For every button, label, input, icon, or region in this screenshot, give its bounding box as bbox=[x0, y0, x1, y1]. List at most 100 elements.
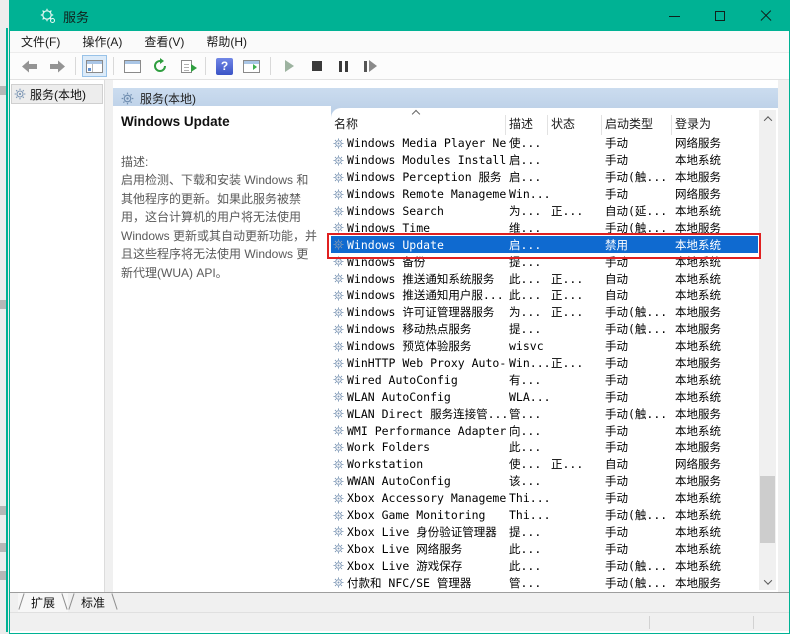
menu-view[interactable]: 查看(V) bbox=[133, 33, 195, 50]
table-row[interactable]: Xbox Live 游戏保存 此... 手动(触... 本地系统 bbox=[331, 557, 758, 574]
table-row[interactable]: Windows Search 为... 正... 自动(延... 本地系统 bbox=[331, 203, 758, 220]
pause-service-icon bbox=[339, 60, 348, 72]
restart-service-button[interactable] bbox=[358, 55, 383, 77]
tab-standard[interactable]: 标准 bbox=[68, 593, 118, 612]
help-button[interactable]: ? bbox=[212, 55, 237, 77]
service-gear-icon bbox=[333, 341, 344, 352]
service-name-cell: Work Folders bbox=[331, 440, 506, 454]
column-header-startup[interactable]: 启动类型 bbox=[602, 115, 672, 135]
tree-item-label: 服务(本地) bbox=[30, 87, 86, 102]
close-button[interactable] bbox=[743, 1, 789, 31]
column-header-logon[interactable]: 登录为 bbox=[672, 115, 758, 135]
action-pane-icon bbox=[243, 59, 260, 73]
table-row[interactable]: Windows 预览体验服务 wisvc 手动 本地系统 bbox=[331, 338, 758, 355]
table-row[interactable]: Windows Time 维... 手动(触... 本地服务 bbox=[331, 219, 758, 236]
show-action-pane-button[interactable] bbox=[239, 55, 264, 77]
refresh-button[interactable] bbox=[147, 55, 172, 77]
table-row[interactable]: Xbox Live 网络服务 此... 手动 本地系统 bbox=[331, 540, 758, 557]
service-logon-as-cell: 本地系统 bbox=[675, 541, 721, 556]
table-row[interactable]: Windows 推送通知系统服务 此... 正... 自动 本地系统 bbox=[331, 270, 758, 287]
column-header-status[interactable]: 状态 bbox=[548, 115, 602, 135]
description-text: 启用检测、下载和安装 Windows 和其他程序的更新。如果此服务被禁用，这台计… bbox=[121, 173, 318, 280]
table-row[interactable]: Windows 备份 提... 手动 本地系统 bbox=[331, 253, 758, 270]
properties-button[interactable] bbox=[120, 55, 145, 77]
service-name-cell: Windows Time bbox=[331, 221, 506, 235]
table-row[interactable]: Windows 许可证管理器服务 为... 正... 手动(触... 本地服务 bbox=[331, 304, 758, 321]
service-description-cell: Thi... bbox=[509, 491, 548, 506]
toolbar-separator bbox=[113, 57, 114, 75]
service-gear-icon bbox=[333, 374, 344, 385]
table-row[interactable]: Workstation 使... 正... 自动 网络服务 bbox=[331, 456, 758, 473]
service-gear-icon bbox=[333, 560, 344, 571]
back-icon bbox=[21, 60, 37, 72]
service-logon-as-cell: 本地服务 bbox=[675, 440, 721, 455]
menu-file[interactable]: 文件(F) bbox=[10, 33, 71, 50]
column-header-name[interactable]: 名称 bbox=[331, 115, 506, 135]
table-row[interactable]: Wired AutoConfig 有... 手动 本地系统 bbox=[331, 371, 758, 388]
export-list-button[interactable] bbox=[174, 55, 199, 77]
service-startup-type-cell: 手动(触... bbox=[605, 406, 668, 421]
panel-header-label: 服务(本地) bbox=[140, 91, 196, 106]
services-node-icon bbox=[14, 88, 26, 100]
table-row[interactable]: WLAN Direct 服务连接管... 管... 手动(触... 本地服务 bbox=[331, 405, 758, 422]
table-row[interactable]: Xbox Accessory Manageme...Thi... 手动 本地系统 bbox=[331, 490, 758, 507]
show-console-tree-button[interactable] bbox=[82, 55, 107, 77]
scrollbar-thumb[interactable] bbox=[760, 476, 775, 543]
start-service-button[interactable] bbox=[277, 55, 302, 77]
service-gear-icon bbox=[333, 155, 344, 166]
service-description-cell: 为... bbox=[509, 204, 542, 218]
pause-service-button[interactable] bbox=[331, 55, 356, 77]
column-header-desc[interactable]: 描述 bbox=[506, 115, 548, 135]
table-row[interactable]: 付款和 NFC/SE 管理器 管... 手动(触... 本地服务 bbox=[331, 574, 758, 591]
minimize-button[interactable] bbox=[651, 1, 697, 31]
service-logon-as-cell: 本地系统 bbox=[675, 237, 721, 252]
tree-item-services-local[interactable]: 服务(本地) bbox=[11, 84, 103, 104]
table-row[interactable]: Work Folders 此... 手动 本地服务 bbox=[331, 439, 758, 456]
status-bar-separator bbox=[753, 616, 754, 629]
table-row[interactable]: Windows 移动热点服务 提... 手动(触... 本地服务 bbox=[331, 321, 758, 338]
stop-service-button[interactable] bbox=[304, 55, 329, 77]
service-gear-icon bbox=[333, 138, 344, 149]
service-description-cell: 提... bbox=[509, 524, 542, 539]
service-description-cell: 管... bbox=[509, 406, 542, 421]
service-gear-icon bbox=[333, 442, 344, 453]
maximize-button[interactable] bbox=[697, 1, 743, 31]
title-bar[interactable]: 服务 bbox=[10, 1, 789, 31]
table-row[interactable]: Windows 推送通知用户服... 此... 正... 自动 本地系统 bbox=[331, 287, 758, 304]
service-gear-icon bbox=[333, 476, 344, 487]
stop-service-icon bbox=[311, 61, 322, 71]
service-logon-as-cell: 本地服务 bbox=[675, 575, 721, 590]
menu-help[interactable]: 帮助(H) bbox=[195, 33, 258, 50]
tab-extended[interactable]: 扩展 bbox=[18, 593, 69, 612]
service-logon-as-cell: 本地服务 bbox=[675, 356, 721, 371]
table-row[interactable]: Windows Media Player Ne...使... 手动 网络服务 bbox=[331, 135, 758, 152]
start-service-icon bbox=[285, 60, 294, 72]
service-description-cell: 使... bbox=[509, 457, 542, 472]
table-row[interactable]: Windows Remote Manageme...Win... 手动 网络服务 bbox=[331, 186, 758, 203]
service-description-cell: Win... bbox=[509, 187, 548, 202]
table-row[interactable]: WinHTTP Web Proxy Auto-...Win...正... 手动 本地… bbox=[331, 355, 758, 372]
selected-service-title: Windows Update bbox=[121, 114, 230, 129]
export-list-icon bbox=[181, 59, 197, 73]
vertical-scrollbar[interactable] bbox=[759, 110, 776, 590]
scroll-down-button[interactable] bbox=[759, 573, 776, 590]
service-name-cell: Windows 备份 bbox=[331, 254, 506, 270]
menu-action[interactable]: 操作(A) bbox=[71, 33, 133, 50]
table-row[interactable]: Xbox Game Monitoring Thi... 手动(触... 本地系统 bbox=[331, 507, 758, 524]
table-row[interactable]: Windows Update 启... 禁用 本地系统 bbox=[331, 236, 758, 254]
back-button[interactable] bbox=[17, 55, 42, 77]
service-list-rows: Windows Media Player Ne...使...手动网络服务Wind… bbox=[331, 135, 758, 591]
service-logon-as-cell: 本地服务 bbox=[675, 305, 721, 320]
scroll-up-button[interactable] bbox=[759, 110, 776, 127]
service-status-cell: 正... bbox=[551, 288, 584, 303]
service-startup-type-cell: 手动 bbox=[605, 254, 628, 269]
table-row[interactable]: WLAN AutoConfig WLA... 手动 本地系统 bbox=[331, 388, 758, 405]
table-row[interactable]: WWAN AutoConfig 该... 手动 本地服务 bbox=[331, 473, 758, 490]
table-row[interactable]: Xbox Live 身份验证管理器 提... 手动 本地系统 bbox=[331, 523, 758, 540]
table-row[interactable]: WMI Performance Adapter 向... 手动 本地系统 bbox=[331, 422, 758, 439]
service-description-cell: 该... bbox=[509, 474, 542, 489]
service-startup-type-cell: 手动 bbox=[605, 524, 628, 539]
forward-button[interactable] bbox=[44, 55, 69, 77]
table-row[interactable]: Windows Perception 服务 启... 手动(触... 本地服务 bbox=[331, 169, 758, 186]
table-row[interactable]: Windows Modules Installer 启... 手动 本地系统 bbox=[331, 152, 758, 169]
